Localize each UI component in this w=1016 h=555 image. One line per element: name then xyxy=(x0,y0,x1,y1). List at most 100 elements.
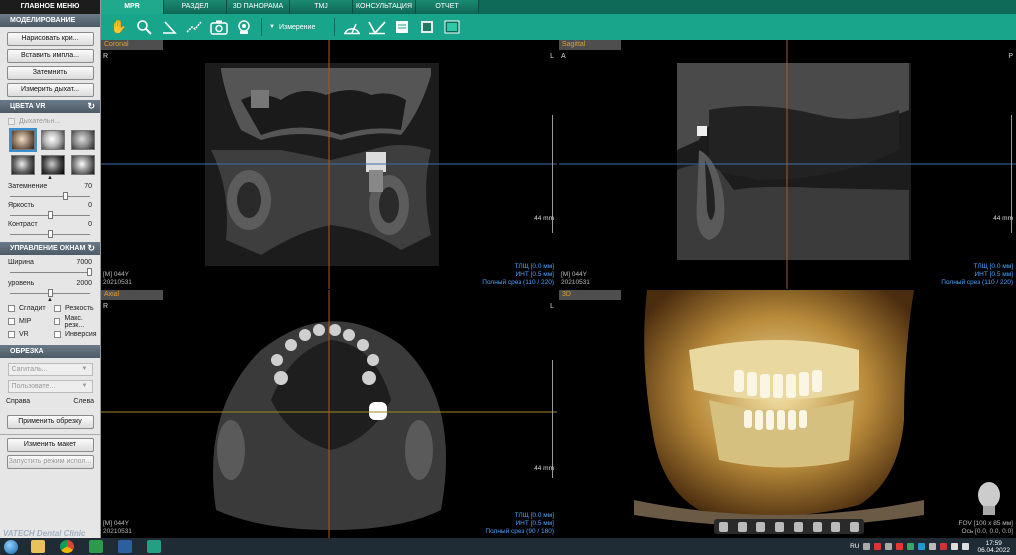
mip-checkbox[interactable] xyxy=(8,318,15,325)
darkening-slider[interactable]: Затемнение 70 xyxy=(0,181,100,200)
polyline-icon[interactable] xyxy=(184,17,204,37)
invert-checkbox-row[interactable]: Инверсия xyxy=(54,329,100,340)
modeling-section-header[interactable]: МОДЕЛИРОВАНИЕ xyxy=(0,14,100,27)
measure-airway-button[interactable]: Измерить дыхат... xyxy=(6,83,94,97)
darkening-knob[interactable] xyxy=(63,192,69,200)
clock[interactable]: 17:59 06.04.2022 xyxy=(977,540,1010,554)
insert-implant-button[interactable]: Вставить импла... xyxy=(6,49,94,63)
tab-tmj[interactable]: TMJ xyxy=(290,0,353,14)
contrast-slider[interactable]: Контраст 0 xyxy=(0,219,100,238)
vr-preset-skin[interactable] xyxy=(9,128,37,152)
angle-measure-icon[interactable] xyxy=(367,17,387,37)
tray-icon[interactable] xyxy=(907,543,915,550)
view-top-icon[interactable] xyxy=(793,521,803,532)
view-bottom-icon[interactable] xyxy=(812,521,822,532)
vr-preset-bone[interactable] xyxy=(41,130,65,150)
view-left-icon[interactable] xyxy=(756,521,766,532)
width-knob[interactable] xyxy=(87,268,92,276)
taskbar-ez3d[interactable] xyxy=(141,539,167,555)
draw-curve-button[interactable]: Нарисовать кри... xyxy=(6,32,94,46)
camera-icon[interactable] xyxy=(209,17,229,37)
3d-viewport[interactable]: 3D FOV [100 x 85 мм] Ось [0.0, 0.0, 0.0] xyxy=(559,290,1016,538)
head-orientation-icon[interactable] xyxy=(974,480,1004,516)
angle-icon[interactable] xyxy=(159,17,179,37)
view-right-icon[interactable] xyxy=(775,521,785,532)
contrast-knob[interactable] xyxy=(47,230,53,238)
view-front-icon[interactable] xyxy=(718,521,728,532)
crop-plane-dropdown[interactable]: Сагиталь... ▼ xyxy=(7,363,93,376)
main-menu-button[interactable]: ГЛАВНОЕ МЕНЮ xyxy=(0,0,100,14)
export-icon[interactable] xyxy=(417,17,437,37)
sharpen-checkbox-row[interactable]: Резкость xyxy=(54,303,100,314)
network-icon[interactable] xyxy=(951,543,959,550)
invert-checkbox[interactable] xyxy=(54,331,61,338)
brightness-knob[interactable] xyxy=(47,211,53,219)
capture-icon[interactable] xyxy=(234,17,254,37)
window-control-section-header[interactable]: УПРАВЛЕНИЕ ОКНАМ ↻ xyxy=(0,242,100,255)
max-sharp-checkbox[interactable] xyxy=(54,318,61,325)
tray-icon[interactable] xyxy=(918,543,926,550)
tray-icon[interactable] xyxy=(929,543,937,550)
tab-report[interactable]: ОТЧЕТ xyxy=(416,0,479,14)
axial-viewport[interactable]: Axial R L 44 mm [M] 044Y 20210531 ТЛЩ [0… xyxy=(101,290,557,538)
report-icon[interactable] xyxy=(392,17,412,37)
view-reset-icon[interactable] xyxy=(831,521,841,532)
taskbar-app-blue[interactable] xyxy=(112,539,138,555)
start-button[interactable] xyxy=(0,539,22,555)
vr-preset-skull[interactable] xyxy=(71,155,95,175)
tab-3d-panorama[interactable]: 3D ПАНОРАМА xyxy=(227,0,290,14)
zoom-icon[interactable] xyxy=(134,17,154,37)
refresh-icon[interactable]: ↻ xyxy=(87,100,95,113)
breathing-checkbox[interactable] xyxy=(8,118,15,125)
vr-preset-teeth[interactable] xyxy=(71,130,95,150)
breathing-checkbox-row[interactable]: Дыхательн... xyxy=(0,116,100,127)
tray-icon[interactable] xyxy=(885,543,893,550)
sharpen-checkbox[interactable] xyxy=(54,305,61,312)
hand-icon[interactable]: ✋ xyxy=(109,17,129,37)
coronal-viewport[interactable]: Coronal R L 44 mm [M] 044Y 20210531 ТЛЩ … xyxy=(101,40,557,289)
tray-icon[interactable] xyxy=(940,543,948,550)
taskbar-explorer[interactable] xyxy=(25,539,51,555)
taskbar-chrome[interactable] xyxy=(54,539,80,555)
vr-colors-section-header[interactable]: ЦВЕТА VR ↻ xyxy=(0,100,100,113)
tray-icon[interactable] xyxy=(863,543,871,550)
apply-crop-button[interactable]: Применить обрезку xyxy=(6,415,94,429)
view-fit-icon[interactable] xyxy=(850,521,860,532)
sagittal-viewport[interactable]: Sagittal A P 44 mm [M] 044Y 20210531 ТЛЩ… xyxy=(559,40,1016,289)
crop-user-dropdown[interactable]: Пользовате... ▼ xyxy=(7,380,93,393)
smooth-checkbox-row[interactable]: Сгладит xyxy=(8,303,54,314)
taskbar-app-green[interactable] xyxy=(83,539,109,555)
brightness-slider[interactable]: Яркость 0 xyxy=(0,200,100,219)
sagittal-title: Sagittal xyxy=(559,40,621,50)
language-indicator[interactable]: RU xyxy=(850,543,859,550)
volume-icon[interactable] xyxy=(962,543,970,550)
vr-preset-xray[interactable] xyxy=(41,155,65,175)
tab-consultation[interactable]: КОНСУЛЬТАЦИЯ xyxy=(353,0,416,14)
tray-icon[interactable] xyxy=(874,543,882,550)
ruler-icon[interactable] xyxy=(342,17,362,37)
vr-checkbox-row[interactable]: VR xyxy=(8,329,54,340)
darken-button[interactable]: Затемнить xyxy=(6,66,94,80)
measure-dropdown[interactable]: ▼ Измерение xyxy=(269,24,327,31)
vr-preset-soft[interactable] xyxy=(11,155,35,175)
launch-mode-button[interactable]: Запустить режим испол... xyxy=(6,455,94,469)
slice-index-info: Полный срез (110 / 220) xyxy=(941,279,1013,286)
tray-icon[interactable] xyxy=(896,543,904,550)
crop-section-header[interactable]: ОБРЕЗКА xyxy=(0,345,100,358)
mip-checkbox-row[interactable]: MIP xyxy=(8,316,54,327)
tab-section[interactable]: РАЗДЕЛ xyxy=(164,0,227,14)
smooth-checkbox[interactable] xyxy=(8,305,15,312)
layout-icon[interactable] xyxy=(442,17,462,37)
view-back-icon[interactable] xyxy=(737,521,747,532)
study-date: 20210531 xyxy=(103,279,132,286)
refresh-icon[interactable]: ↻ xyxy=(87,242,95,255)
3d-title: 3D xyxy=(559,290,621,300)
level-slider[interactable]: уровень 2000 xyxy=(0,276,100,297)
change-layout-button[interactable]: Изменить макет xyxy=(6,438,94,452)
width-slider[interactable]: Ширина 7000 xyxy=(0,255,100,276)
vr-checkbox[interactable] xyxy=(8,331,15,338)
level-knob[interactable] xyxy=(47,289,53,297)
smooth-label: Сгладит xyxy=(19,305,46,312)
tab-mpr[interactable]: MPR xyxy=(101,0,164,14)
max-sharp-checkbox-row[interactable]: Макс. резк... xyxy=(54,315,100,329)
